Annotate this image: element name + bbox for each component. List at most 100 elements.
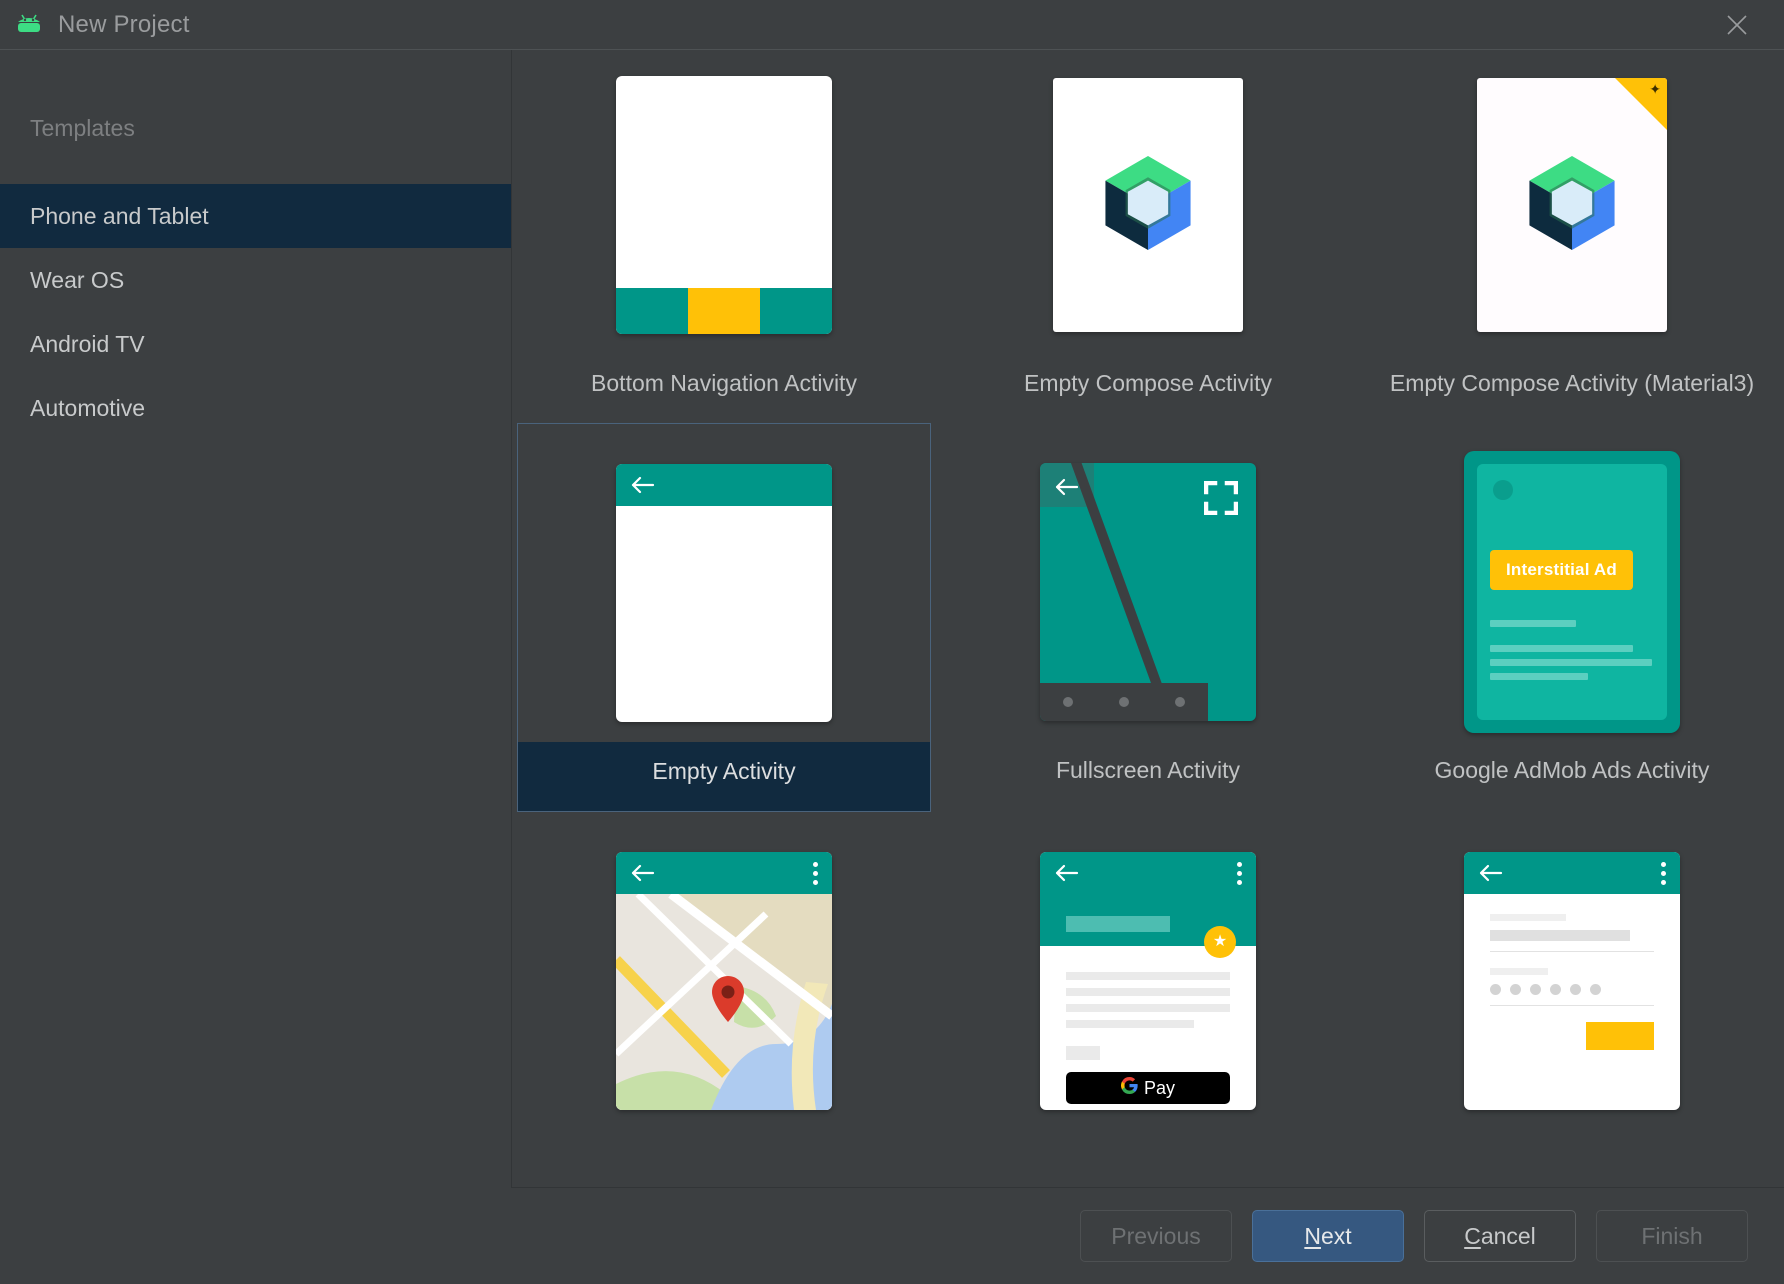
phone-mock bbox=[616, 852, 832, 1110]
sidebar-item-wear-os[interactable]: Wear OS bbox=[0, 248, 511, 312]
password-dots bbox=[1490, 984, 1654, 995]
template-tile-login-activity[interactable] bbox=[1365, 812, 1779, 1172]
template-label bbox=[517, 1130, 931, 1172]
map-illustration bbox=[616, 894, 832, 1110]
avatar-dot bbox=[1493, 480, 1513, 500]
app-bar bbox=[1040, 852, 1256, 894]
fullscreen-icon bbox=[1204, 481, 1238, 515]
template-tile-empty-compose-activity-material3[interactable]: ✦ Empty bbox=[1365, 50, 1779, 423]
sidebar-item-label: Android TV bbox=[30, 331, 145, 358]
sidebar-item-android-tv[interactable]: Android TV bbox=[0, 312, 511, 376]
username-field-placeholder bbox=[1490, 930, 1630, 941]
field-label-placeholder bbox=[1490, 914, 1566, 921]
sidebar-list: Phone and Tablet Wear OS Android TV Auto… bbox=[0, 184, 511, 440]
template-label: Empty Compose Activity bbox=[941, 354, 1355, 423]
star-fab-icon: ★ bbox=[1204, 926, 1236, 958]
cancel-button[interactable]: Cancel bbox=[1424, 1210, 1576, 1262]
template-grid-pane: Bottom Navigation Activity bbox=[512, 50, 1784, 1188]
cancel-button-label: Cancel bbox=[1464, 1223, 1536, 1250]
template-tile-google-admob-ads-activity[interactable]: Interstitial Ad Google bbox=[1365, 423, 1779, 812]
compose-card-mock bbox=[1053, 78, 1243, 332]
template-thumbnail-empty-activity bbox=[616, 444, 832, 742]
sidebar-item-phone-and-tablet[interactable]: Phone and Tablet bbox=[0, 184, 511, 248]
placeholder-line bbox=[1066, 972, 1230, 980]
previous-button-label: Previous bbox=[1111, 1223, 1200, 1250]
system-nav-bar bbox=[1040, 683, 1208, 721]
bottom-nav-bar bbox=[616, 288, 832, 334]
template-tile-google-maps-activity[interactable] bbox=[517, 812, 931, 1172]
app-bar bbox=[616, 852, 832, 894]
phone-mock bbox=[1464, 852, 1680, 1110]
phone-mock: ★ bbox=[1040, 852, 1256, 1110]
overflow-menu-icon bbox=[1661, 862, 1666, 885]
template-label bbox=[1365, 1130, 1779, 1172]
field-label-placeholder bbox=[1490, 968, 1548, 975]
finish-button-label: Finish bbox=[1641, 1223, 1702, 1250]
login-form-mock bbox=[1464, 894, 1680, 1050]
sidebar-item-automotive[interactable]: Automotive bbox=[0, 376, 511, 440]
google-pay-button: Pay bbox=[1066, 1072, 1230, 1104]
phone-mock bbox=[616, 76, 832, 334]
placeholder-text-lines bbox=[1490, 620, 1650, 687]
next-button-label: Next bbox=[1304, 1223, 1351, 1250]
template-thumbnail-admob: Interstitial Ad bbox=[1464, 443, 1680, 741]
dialog-body: Templates Phone and Tablet Wear OS Andro… bbox=[0, 50, 1784, 1188]
finish-button[interactable]: Finish bbox=[1596, 1210, 1748, 1262]
new-badge-glyph-icon: ✦ bbox=[1649, 82, 1661, 96]
placeholder-line bbox=[1066, 1020, 1194, 1028]
google-pay-label: Pay bbox=[1144, 1078, 1175, 1099]
arrow-back-icon bbox=[630, 863, 656, 883]
new-project-dialog: New Project Templates Phone and Tablet W… bbox=[0, 0, 1784, 1284]
template-tile-google-pay-activity[interactable]: ★ bbox=[941, 812, 1355, 1172]
template-label: Bottom Navigation Activity bbox=[517, 354, 931, 423]
template-thumbnail-empty-compose bbox=[1053, 56, 1243, 354]
arrow-back-icon bbox=[630, 475, 656, 495]
placeholder-line bbox=[1490, 659, 1652, 666]
sidebar-item-label: Wear OS bbox=[30, 267, 124, 294]
bottom-nav-item-active bbox=[688, 288, 760, 334]
nav-dot bbox=[1119, 697, 1129, 707]
sidebar-item-label: Automotive bbox=[30, 395, 145, 422]
overflow-menu-icon bbox=[813, 862, 818, 885]
placeholder-line bbox=[1490, 620, 1576, 627]
phone-mock bbox=[616, 464, 832, 722]
small-placeholder bbox=[1066, 1046, 1100, 1060]
sidebar-header: Templates bbox=[0, 106, 511, 150]
template-label: Empty Activity bbox=[518, 742, 930, 811]
placeholder-line bbox=[1490, 673, 1588, 680]
template-label: Google AdMob Ads Activity bbox=[1365, 741, 1779, 810]
phone-mock bbox=[1040, 463, 1256, 721]
placeholder-text-lines bbox=[1040, 946, 1256, 1028]
close-icon[interactable] bbox=[1720, 8, 1754, 42]
template-label: Empty Compose Activity (Material3) bbox=[1365, 354, 1779, 423]
template-label bbox=[941, 1130, 1355, 1172]
next-button[interactable]: Next bbox=[1252, 1210, 1404, 1262]
jetpack-compose-logo-icon bbox=[1092, 147, 1204, 264]
previous-button[interactable]: Previous bbox=[1080, 1210, 1232, 1262]
google-g-icon bbox=[1121, 1077, 1138, 1099]
placeholder-line bbox=[1066, 988, 1230, 996]
ad-screen: Interstitial Ad bbox=[1477, 464, 1667, 720]
field-underline bbox=[1490, 951, 1654, 952]
template-tile-empty-activity[interactable]: Empty Activity bbox=[517, 423, 931, 812]
interstitial-ad-label: Interstitial Ad bbox=[1490, 550, 1633, 590]
app-bar bbox=[616, 464, 832, 506]
jetpack-compose-logo-icon bbox=[1516, 147, 1628, 264]
nav-dot bbox=[1063, 697, 1073, 707]
dialog-footer: Previous Next Cancel Finish bbox=[0, 1188, 1784, 1284]
bottom-nav-item bbox=[616, 288, 688, 334]
app-bar bbox=[1464, 852, 1680, 894]
template-thumbnail-fullscreen bbox=[1040, 443, 1256, 741]
template-tile-bottom-navigation-activity[interactable]: Bottom Navigation Activity bbox=[517, 50, 931, 423]
template-tile-fullscreen-activity[interactable]: Fullscreen Activity bbox=[941, 423, 1355, 812]
template-thumbnail-google-maps bbox=[616, 832, 832, 1130]
android-robot-icon bbox=[14, 14, 44, 36]
template-label: Fullscreen Activity bbox=[941, 741, 1355, 810]
template-tile-empty-compose-activity[interactable]: Empty Compose Activity bbox=[941, 50, 1355, 423]
nav-dot bbox=[1175, 697, 1185, 707]
sign-in-button-placeholder bbox=[1586, 1022, 1654, 1050]
template-thumbnail-empty-compose-m3: ✦ bbox=[1477, 56, 1667, 354]
overflow-menu-icon bbox=[1237, 862, 1242, 885]
sidebar-item-label: Phone and Tablet bbox=[30, 203, 209, 230]
placeholder-line bbox=[1490, 645, 1633, 652]
